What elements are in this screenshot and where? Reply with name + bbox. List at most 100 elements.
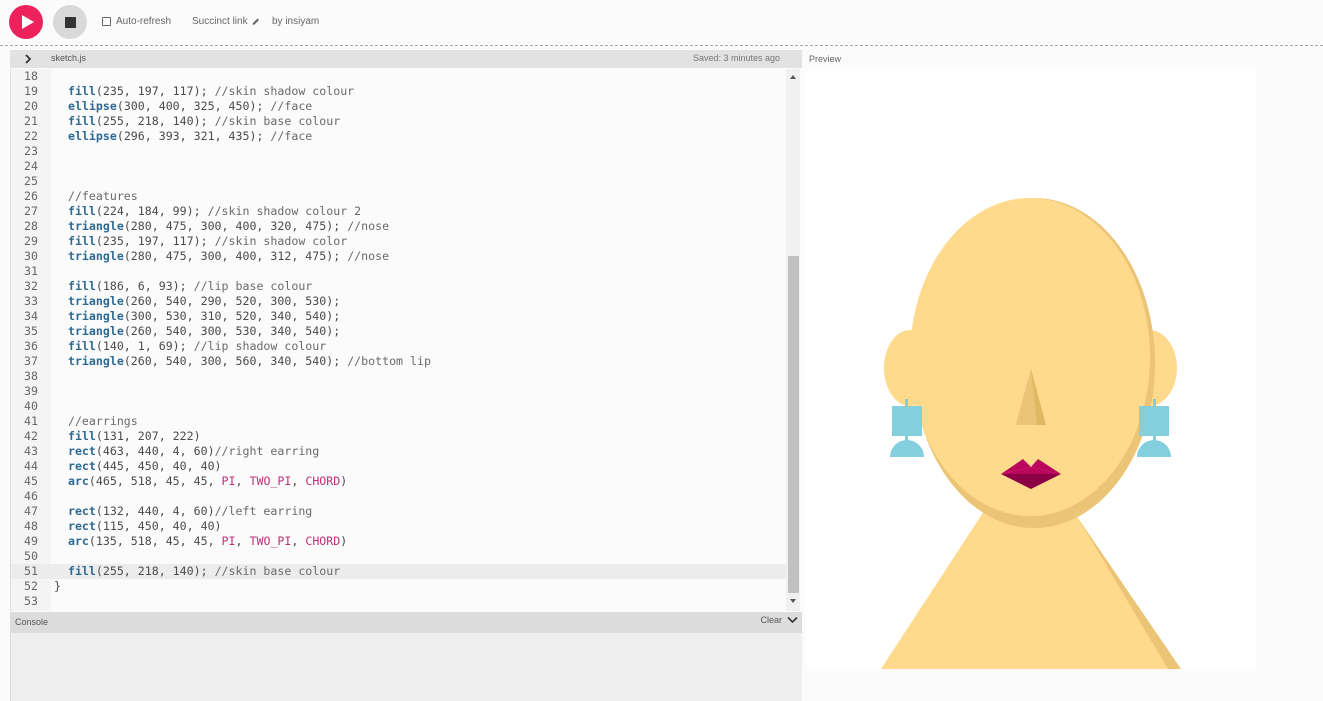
code-line[interactable]: 34 triangle(300, 530, 310, 520, 340, 540… <box>11 309 787 324</box>
code-token: (132, 440, 4, 60) <box>95 504 215 518</box>
code-line[interactable]: 32 fill(186, 6, 93); //lip base colour <box>11 279 787 294</box>
code-line[interactable]: 30 triangle(280, 475, 300, 400, 312, 475… <box>11 249 787 264</box>
auto-refresh-checkbox[interactable] <box>102 17 111 26</box>
code-token: (463, 440, 4, 60) <box>95 444 215 458</box>
code-line[interactable]: 36 fill(140, 1, 69); //lip shadow colour <box>11 339 787 354</box>
code-line[interactable]: 27 fill(224, 184, 99); //skin shadow col… <box>11 204 787 219</box>
sidebar-toggle-button[interactable] <box>10 50 46 68</box>
code-keyword: triangle <box>67 249 124 263</box>
line-number: 22 <box>24 129 38 143</box>
code-keyword: fill <box>67 429 96 443</box>
code-comment: //face <box>270 99 313 113</box>
line-number: 18 <box>24 69 38 83</box>
code-line[interactable]: 44 rect(445, 450, 40, 40) <box>11 459 787 474</box>
code-token: , <box>291 474 306 488</box>
code-comment: //skin shadow colour 2 <box>207 204 362 218</box>
code-keyword: triangle <box>67 354 124 368</box>
scrollbar-thumb[interactable] <box>788 256 799 593</box>
code-text: rect(445, 450, 40, 40) <box>54 459 222 474</box>
code-line[interactable]: 42 fill(131, 207, 222) <box>11 429 787 444</box>
code-keyword: triangle <box>67 324 124 338</box>
code-line[interactable]: 37 triangle(260, 540, 300, 560, 340, 540… <box>11 354 787 369</box>
code-line[interactable]: 49 arc(135, 518, 45, 45, PI, TWO_PI, CHO… <box>11 534 787 549</box>
clear-label: Clear <box>760 615 782 625</box>
code-line[interactable]: 24 <box>11 159 787 174</box>
succinct-link[interactable]: Succinct link <box>192 16 260 27</box>
editor-scrollbar[interactable] <box>786 69 800 611</box>
code-line[interactable]: 45 arc(465, 518, 45, 45, PI, TWO_PI, CHO… <box>11 474 787 489</box>
preview-canvas[interactable] <box>806 69 1256 669</box>
file-name[interactable]: sketch.js <box>51 53 86 63</box>
chevron-down-icon <box>787 616 798 624</box>
console-title: Console <box>15 617 49 627</box>
code-line[interactable]: 18 <box>11 69 787 84</box>
code-constant: TWO_PI <box>249 474 292 488</box>
code-token: (255, 218, 140); <box>95 114 215 128</box>
line-number: 47 <box>24 504 38 518</box>
code-line[interactable]: 52} <box>11 579 787 594</box>
code-keyword: rect <box>67 504 96 518</box>
code-keyword: rect <box>67 459 96 473</box>
code-line[interactable]: 43 rect(463, 440, 4, 60)//right earring <box>11 444 787 459</box>
code-line[interactable]: 40 <box>11 399 787 414</box>
code-line[interactable]: 35 triangle(260, 540, 300, 530, 340, 540… <box>11 324 787 339</box>
line-number: 39 <box>24 384 38 398</box>
pencil-icon <box>252 18 259 25</box>
code-line[interactable]: 41 //earrings <box>11 414 787 429</box>
code-line[interactable]: 53 <box>11 594 787 609</box>
code-line[interactable]: 22 ellipse(296, 393, 321, 435); //face <box>11 129 787 144</box>
code-line[interactable]: 39 <box>11 384 787 399</box>
code-text: arc(465, 518, 45, 45, PI, TWO_PI, CHORD) <box>54 474 347 489</box>
succinct-link-label: Succinct link <box>192 16 248 27</box>
code-token: (235, 197, 117); <box>95 234 215 248</box>
line-number: 49 <box>24 534 38 548</box>
line-number: 27 <box>24 204 38 218</box>
line-number: 53 <box>24 594 38 608</box>
editor-header: sketch.js Saved: 3 minutes ago <box>10 50 802 68</box>
code-line[interactable]: 19 fill(235, 197, 117); //skin shadow co… <box>11 84 787 99</box>
console-clear-button[interactable]: Clear <box>760 615 798 625</box>
right-earring-square <box>1139 406 1169 436</box>
code-line[interactable]: 51 fill(255, 218, 140); //skin base colo… <box>11 564 787 579</box>
code-comment: //left earring <box>214 504 313 518</box>
auto-refresh-toggle[interactable]: Auto-refresh <box>102 16 171 27</box>
play-button[interactable] <box>9 5 43 39</box>
code-line[interactable]: 50 <box>11 549 787 564</box>
line-number: 36 <box>24 339 38 353</box>
code-comment: //skin base colour <box>214 564 341 578</box>
code-line[interactable]: 21 fill(255, 218, 140); //skin base colo… <box>11 114 787 129</box>
code-line[interactable]: 31 <box>11 264 787 279</box>
code-line[interactable]: 46 <box>11 489 787 504</box>
code-line[interactable]: 48 rect(115, 450, 40, 40) <box>11 519 787 534</box>
code-line[interactable]: 26 //features <box>11 189 787 204</box>
code-line[interactable]: 29 fill(235, 197, 117); //skin shadow co… <box>11 234 787 249</box>
code-line[interactable]: 33 triangle(260, 540, 290, 520, 300, 530… <box>11 294 787 309</box>
code-line[interactable]: 47 rect(132, 440, 4, 60)//left earring <box>11 504 787 519</box>
line-number: 41 <box>24 414 38 428</box>
stop-button[interactable] <box>53 5 87 39</box>
code-line[interactable]: 25 <box>11 174 787 189</box>
code-line[interactable]: 20 ellipse(300, 400, 325, 450); //face <box>11 99 787 114</box>
code-comment: //nose <box>347 219 390 233</box>
code-token: (260, 540, 290, 520, 300, 530); <box>123 294 341 308</box>
code-token: (260, 540, 300, 530, 340, 540); <box>123 324 341 338</box>
code-keyword: fill <box>67 84 96 98</box>
scroll-up-arrow[interactable] <box>790 75 796 79</box>
code-editor[interactable]: 18 19 fill(235, 197, 117); //skin shadow … <box>10 69 802 611</box>
code-text: fill(255, 218, 140); //skin base colour <box>54 564 340 579</box>
line-number: 32 <box>24 279 38 293</box>
scroll-down-arrow[interactable] <box>790 599 796 603</box>
code-text: ellipse(296, 393, 321, 435); //face <box>54 129 312 144</box>
code-text: fill(255, 218, 140); //skin base colour <box>54 114 340 129</box>
code-text: ellipse(300, 400, 325, 450); //face <box>54 99 312 114</box>
stop-icon <box>65 17 76 28</box>
code-line[interactable]: 28 triangle(280, 475, 300, 400, 320, 475… <box>11 219 787 234</box>
author-byline[interactable]: by insiyam <box>272 16 319 27</box>
code-line[interactable]: 23 <box>11 144 787 159</box>
code-text: } <box>54 579 61 594</box>
code-line[interactable]: 38 <box>11 369 787 384</box>
